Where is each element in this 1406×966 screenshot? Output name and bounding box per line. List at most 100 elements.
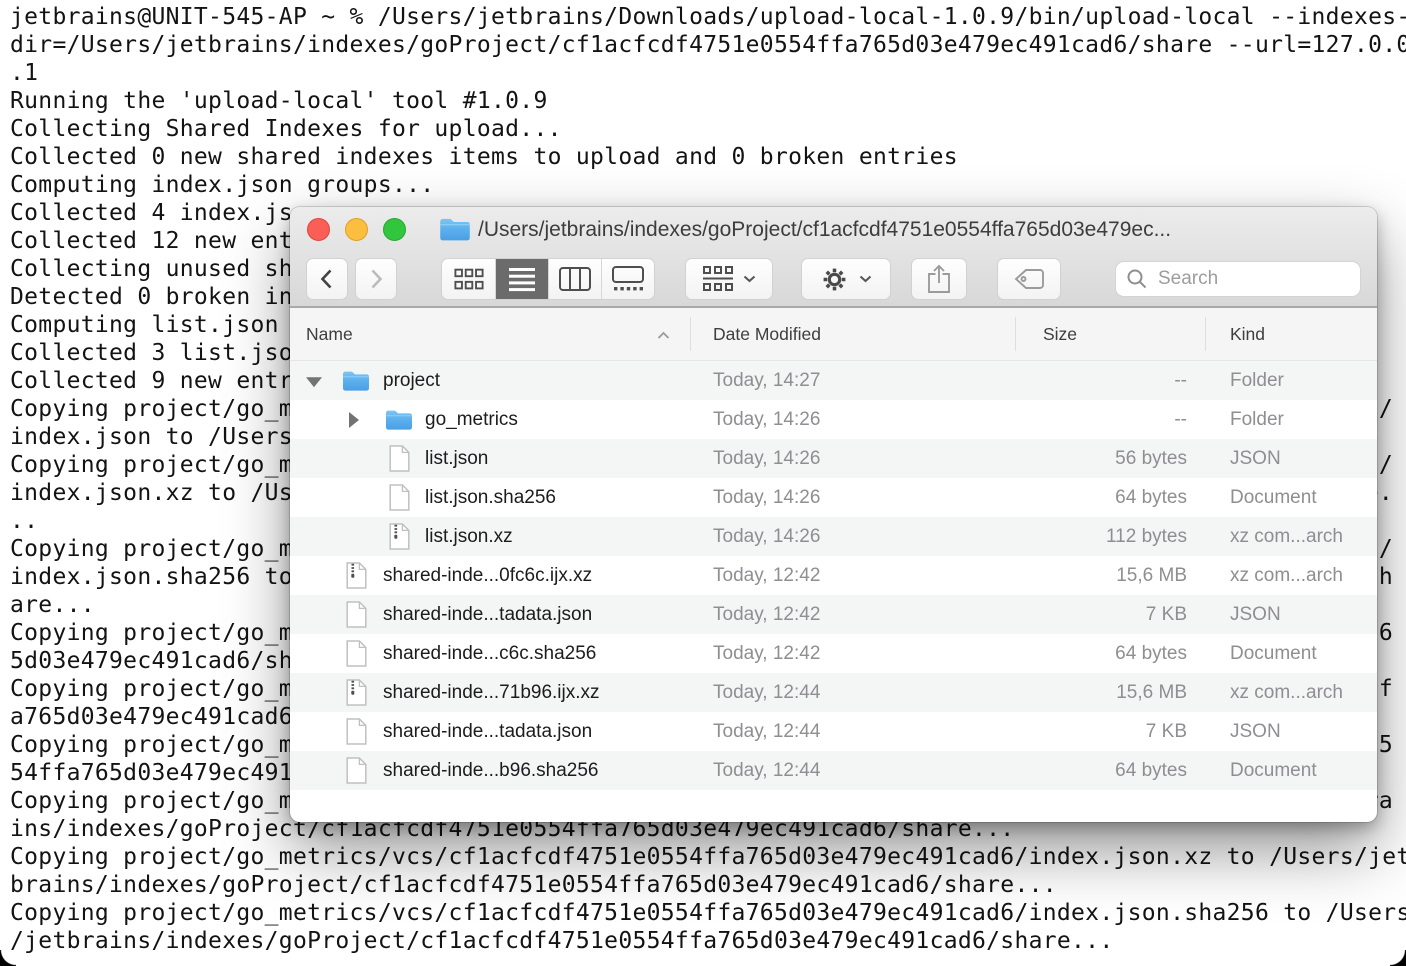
terminal-text: a765d03e479ec491cad6 [10,704,293,730]
terminal-text: Computing list.json [10,312,279,338]
file-kind: JSON [1230,712,1281,751]
terminal-line: dir=/Users/jetbrains/indexes/goProject/c… [10,31,1406,59]
table-row[interactable]: shared-inde...tadata.json Today, 12:44 7 K… [290,712,1377,751]
file-kind: xz com...arch [1230,556,1343,595]
icon-view-button[interactable] [442,259,495,299]
disclosure-closed-icon[interactable] [349,412,359,428]
terminal-text: 54ffa765d03e479ec491 [10,760,293,786]
table-row[interactable]: projectToday, 14:27--Folder [290,361,1377,400]
file-name: project [383,361,440,400]
file-size: 7 KB [990,712,1187,751]
terminal-text: Copying project/go_m [10,620,293,646]
table-row[interactable]: shared-inde...0fc6c.ijx.xzToday, 12:4215… [290,556,1377,595]
file-size: 64 bytes [990,751,1187,790]
chevron-down-icon [859,275,872,283]
file-name: list.json.xz [425,517,513,556]
file-size: 112 bytes [990,517,1187,556]
list-view-button[interactable] [495,259,548,299]
archive-document-icon [341,679,371,707]
file-kind: Document [1230,751,1317,790]
date-modified: Today, 12:42 [713,556,820,595]
file-size: 56 bytes [990,439,1187,478]
file-name: shared-inde...tadata.json [383,595,592,634]
table-row[interactable]: shared-inde...b96.sha256 Today, 12:44 64 b… [290,751,1377,790]
zoom-window-button[interactable] [383,218,406,241]
terminal-line: jetbrains@UNIT-545-AP ~ % /Users/jetbrai… [10,3,1406,31]
window-titlebar[interactable]: /Users/jetbrains/indexes/goProject/cf1ac… [290,207,1377,252]
file-size: -- [990,400,1187,439]
file-name: go_metrics [425,400,518,439]
terminal-line: Collecting Shared Indexes for upload... [10,115,1406,143]
column-divider [1015,317,1016,351]
disclosure-open-icon[interactable] [306,377,322,387]
terminal-text: Collecting Shared Indexes for upload... [10,116,562,142]
close-window-button[interactable] [307,218,330,241]
terminal-text: dir=/Users/jetbrains/indexes/goProject/c… [10,32,1406,58]
file-name: shared-inde...71b96.ijx.xz [383,673,600,712]
gallery-view-icon [612,266,644,292]
date-modified: Today, 14:26 [713,478,820,517]
screen-corner [1390,950,1406,966]
file-name: list.json [425,439,488,478]
list-header: Name Date Modified Size Kind [290,308,1377,361]
forward-button[interactable] [355,258,397,300]
date-modified: Today, 12:44 [713,712,820,751]
tag-button[interactable] [997,258,1061,300]
table-row[interactable]: shared-inde...71b96.ijx.xz Today, 12:44 15… [290,673,1377,712]
terminal-line: Running the 'upload-local' tool #1.0.9 [10,87,1406,115]
file-name: shared-inde...tadata.json [383,712,592,751]
terminal-text: Collected 9 new entr [10,368,293,394]
date-modified: Today, 12:44 [713,673,820,712]
search-input[interactable] [1156,267,1360,291]
table-row[interactable]: list.json.xz Today, 14:26 112 bytes xz com.… [290,517,1377,556]
table-row[interactable]: shared-inde...tadata.jsonToday, 12:427 K… [290,595,1377,634]
search-field[interactable] [1115,261,1361,297]
terminal-line: .1 [10,59,1406,87]
column-header-size[interactable]: Size [1043,308,1077,360]
window-chrome: /Users/jetbrains/indexes/goProject/cf1ac… [290,207,1377,308]
date-modified: Today, 14:26 [713,517,820,556]
group-button[interactable] [685,258,773,300]
folder-icon [439,217,471,242]
terminal-text: Collected 4 index.js [10,200,293,226]
toolbar [290,252,1377,306]
file-list: projectToday, 14:27--Foldergo_metrics Tod… [290,361,1377,790]
document-icon [341,640,371,668]
file-name: shared-inde...c6c.sha256 [383,634,596,673]
column-header-kind[interactable]: Kind [1230,308,1265,360]
table-row[interactable]: shared-inde...c6c.sha256Today, 12:4264 b… [290,634,1377,673]
file-size: 64 bytes [990,478,1187,517]
file-size: 64 bytes [990,634,1187,673]
terminal-text: Collected 0 new shared indexes items to … [10,144,958,170]
terminal-line: /jetbrains/indexes/goProject/cf1acfcdf47… [10,927,1406,955]
terminal-text: Computing index.json groups... [10,172,434,198]
terminal-text: Copying project/go_m [10,452,293,478]
terminal-text: Detected 0 broken in [10,284,293,310]
column-view-button[interactable] [548,259,601,299]
file-kind: xz com...arch [1230,517,1343,556]
file-kind: Folder [1230,400,1284,439]
file-name: shared-inde...b96.sha256 [383,751,599,790]
terminal-text: Copying project/go_m [10,676,293,702]
file-size: 15,6 MB [990,673,1187,712]
back-button[interactable] [306,258,348,300]
terminal-text: Copying project/go_m [10,788,293,814]
table-row[interactable]: list.json.sha256Today, 14:2664 bytesDocu… [290,478,1377,517]
column-header-name[interactable]: Name [306,308,353,360]
date-modified: Today, 12:44 [713,751,820,790]
share-button[interactable] [911,258,967,300]
list-view-icon [509,267,535,292]
date-modified: Today, 12:42 [713,595,820,634]
forward-chevron-icon [367,268,385,290]
minimize-window-button[interactable] [345,218,368,241]
gear-icon [821,266,848,293]
gallery-view-button[interactable] [601,259,654,299]
table-row[interactable]: list.jsonToday, 14:2656 bytesJSON [290,439,1377,478]
terminal-line: Computing index.json groups... [10,171,1406,199]
table-row[interactable]: go_metricsToday, 14:26--Folder [290,400,1377,439]
terminal-text: Collecting unused sh [10,256,293,282]
terminal-text: Running the 'upload-local' tool #1.0.9 [10,88,548,114]
column-header-date-modified[interactable]: Date Modified [713,308,821,360]
action-menu-button[interactable] [801,258,891,300]
terminal-text: /jetbrains/indexes/goProject/cf1acfcdf47… [10,928,1113,954]
